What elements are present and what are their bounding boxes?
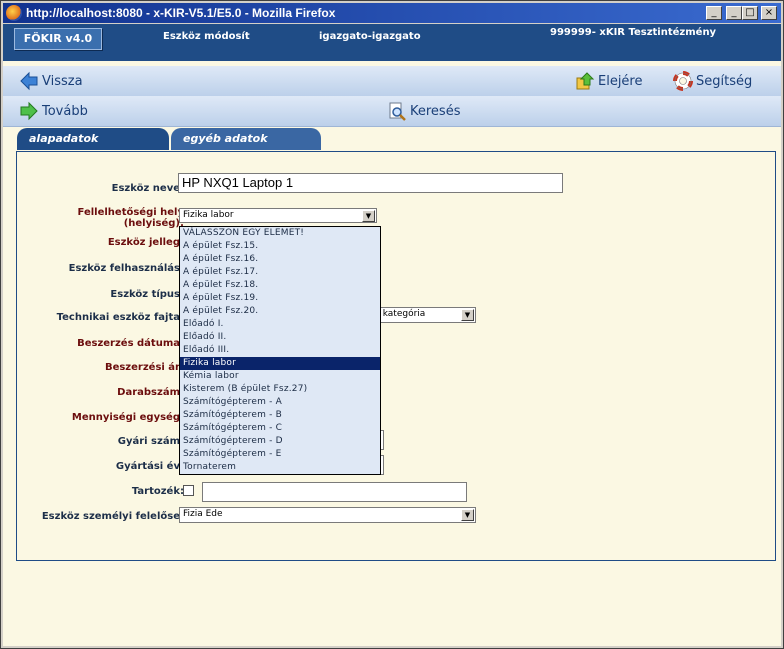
felelos-select[interactable]: Fizia Ede ▼ (179, 507, 476, 523)
dropdown-option[interactable]: A épület Fsz.18. (180, 279, 380, 292)
label-datum: Beszerzés dátuma: (77, 338, 184, 349)
label-ev: Gyártási év: (115, 461, 184, 472)
tab-egyeb-adatok[interactable]: egyéb adatok (171, 128, 321, 150)
restore-button[interactable]: _ (706, 6, 722, 20)
dropdown-option[interactable]: A épület Fsz.19. (180, 292, 380, 305)
dropdown-option[interactable]: Előadó III. (180, 344, 380, 357)
dropdown-option[interactable]: Tornaterem (180, 461, 380, 474)
location-dropdown-list[interactable]: VÁLASSZON EGY ELEMET! A épület Fsz.15. A é… (179, 226, 381, 475)
label-gyari: Gyári szám: (117, 436, 184, 447)
label-tartozek: Tartozék: (131, 486, 184, 497)
dropdown-option[interactable]: VÁLASSZON EGY ELEMET! (180, 227, 380, 240)
tartozek-input[interactable] (202, 482, 467, 502)
dropdown-option[interactable]: A épület Fsz.20. (180, 305, 380, 318)
label-fajta: Technikai eszköz fajta: (56, 312, 184, 323)
app-header: FÖKIR v4.0 Eszköz módosít igazgato-igazg… (3, 24, 781, 61)
label-darab: Darabszám: (117, 387, 184, 398)
nav-bar-bottom: Tovább Keresés (3, 96, 781, 127)
institution-name: 999999- xKIR Tesztintézmény (550, 27, 717, 38)
dropdown-option[interactable]: Kisterem (B épület Fsz.27) (180, 383, 380, 396)
label-tipus: Eszköz típus: (110, 289, 184, 300)
app-logo: FÖKIR v4.0 (14, 28, 102, 50)
back-link[interactable]: Vissza (19, 71, 83, 91)
chevron-down-icon[interactable]: ▼ (461, 309, 474, 321)
title-bar: http://localhost:8080 - x-KIR-V5.1/E5.0 … (3, 3, 781, 23)
fajta-select[interactable]: . kategória ▼ (373, 307, 476, 323)
label-egyseg: Mennyiségi egység: (71, 412, 184, 423)
search-icon (389, 102, 406, 121)
page-content: FÖKIR v4.0 Eszköz módosít igazgato-igazg… (3, 24, 781, 646)
help-link[interactable]: Segítség (673, 71, 752, 91)
minimize-button[interactable]: _ (726, 6, 742, 20)
label-felelos: Eszköz személyi felelőse: (41, 511, 184, 522)
tab-alapadatok[interactable]: alapadatok (17, 128, 169, 150)
top-link[interactable]: Elejére (575, 71, 643, 91)
label-felhasznalas: Eszköz felhasználás: (68, 263, 184, 274)
dropdown-option[interactable]: A épület Fsz.17. (180, 266, 380, 279)
chevron-down-icon[interactable]: ▼ (362, 210, 375, 222)
user-name: igazgato-igazgato (319, 31, 421, 42)
dropdown-option[interactable]: A épület Fsz.15. (180, 240, 380, 253)
lifebuoy-icon (673, 71, 693, 91)
tartozek-checkbox[interactable] (183, 485, 194, 496)
dropdown-option[interactable]: Számítógépterem - B (180, 409, 380, 422)
dropdown-option[interactable]: Számítógépterem - C (180, 422, 380, 435)
close-button[interactable]: × (761, 6, 777, 20)
tab-strip: alapadatok egyéb adatok (3, 124, 781, 150)
location-select[interactable]: Fizika labor ▼ (179, 208, 377, 223)
dropdown-option[interactable]: Számítógépterem - D (180, 435, 380, 448)
next-link[interactable]: Tovább (19, 101, 88, 121)
dropdown-option[interactable]: A épület Fsz.16. (180, 253, 380, 266)
firefox-icon (6, 5, 22, 21)
dropdown-option[interactable]: Számítógépterem - E (180, 448, 380, 461)
maximize-button[interactable]: □ (742, 6, 758, 20)
dropdown-option[interactable]: Előadó II. (180, 331, 380, 344)
label-location: Fellelhetőségi hely (helyiség): (77, 207, 184, 229)
forward-arrow-icon (20, 101, 38, 121)
chevron-down-icon[interactable]: ▼ (461, 509, 474, 521)
dropdown-option[interactable]: Fizika labor (180, 357, 380, 370)
nav-bar-top: Vissza Elejére Segítség (3, 66, 781, 97)
browser-window: http://localhost:8080 - x-KIR-V5.1/E5.0 … (0, 0, 784, 649)
label-ar: Beszerzési ár: (104, 362, 184, 373)
search-link[interactable]: Keresés (387, 101, 460, 121)
back-arrow-icon (20, 71, 38, 91)
dropdown-option[interactable]: Előadó I. (180, 318, 380, 331)
page-title: Eszköz módosít (163, 31, 250, 42)
label-name: Eszköz neve: (111, 183, 184, 194)
home-up-icon (576, 72, 595, 90)
dropdown-option[interactable]: Számítógépterem - A (180, 396, 380, 409)
window-title: http://localhost:8080 - x-KIR-V5.1/E5.0 … (26, 6, 336, 20)
name-input[interactable]: HP NXQ1 Laptop 1 (178, 173, 563, 193)
dropdown-option[interactable]: Kémia labor (180, 370, 380, 383)
label-jelleg: Eszköz jelleg: (107, 237, 184, 248)
